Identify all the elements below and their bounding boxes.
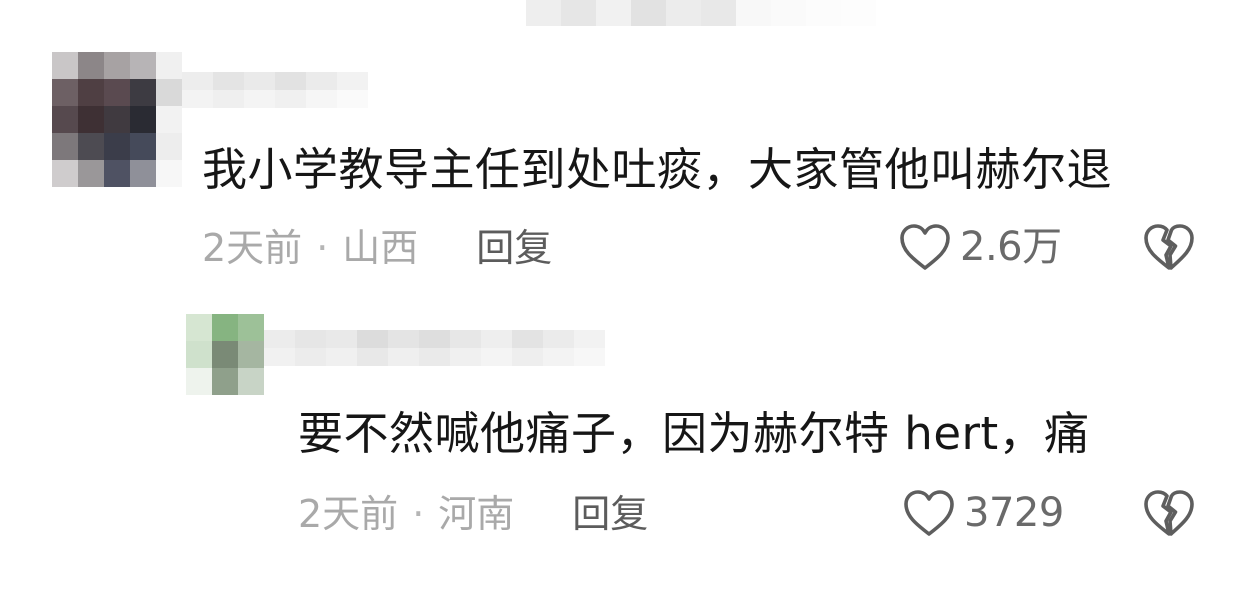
reply-button[interactable]: 回复 [476, 224, 552, 272]
meta-separator: · [412, 492, 425, 536]
like-count: 3729 [964, 490, 1064, 536]
dislike-button[interactable] [1142, 488, 1196, 538]
like-count: 2.6万 [960, 224, 1062, 270]
comment-time: 2天前 [202, 226, 303, 270]
comment-location: 河南 [438, 492, 515, 536]
broken-heart-icon [1144, 224, 1194, 270]
comment-meta: 2天前 · 河南 回复 [298, 490, 648, 538]
comment-time: 2天前 [298, 492, 399, 536]
comment-text: 要不然喊他痛子，因为赫尔特 hert，痛 [298, 407, 1090, 460]
broken-heart-icon [1144, 490, 1194, 536]
like-button[interactable]: 3729 [902, 488, 1064, 538]
comment-text: 我小学教导主任到处吐痰，大家管他叫赫尔退 [202, 143, 1113, 196]
blurred-username[interactable] [264, 330, 605, 366]
reply-button[interactable]: 回复 [572, 490, 648, 538]
avatar[interactable] [186, 314, 264, 395]
blurred-header-text [526, 0, 736, 26]
heart-outline-icon [904, 490, 954, 536]
blurred-username[interactable] [182, 72, 368, 108]
comment-location: 山西 [342, 226, 419, 270]
meta-separator: · [316, 226, 329, 270]
heart-outline-icon [900, 224, 950, 270]
dislike-button[interactable] [1142, 222, 1196, 272]
avatar[interactable] [52, 52, 182, 187]
like-button[interactable]: 2.6万 [898, 222, 1062, 272]
comment-meta: 2天前 · 山西 回复 [202, 224, 552, 272]
blurred-header-fade [736, 0, 876, 26]
